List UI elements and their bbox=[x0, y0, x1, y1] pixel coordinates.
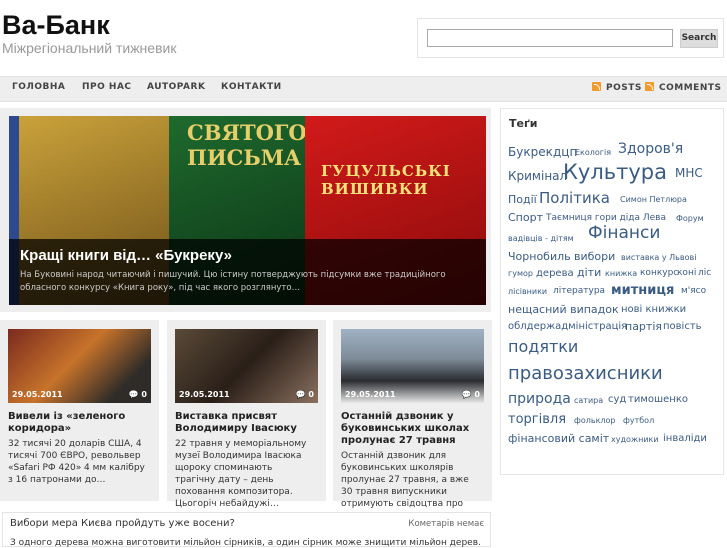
post-title[interactable]: Останній дзвоник у буковинських школах п… bbox=[341, 411, 481, 447]
tag-link[interactable]: Симон Петлюра bbox=[620, 195, 687, 204]
book-2-title: СВЯТОГО ПИСЬМА bbox=[187, 120, 307, 170]
post-thumbnail[interactable]: 29.05.2011 💬 0 bbox=[8, 329, 151, 403]
post-thumbnail[interactable]: 29.05.2011 💬 0 bbox=[341, 329, 484, 403]
rss-icon bbox=[645, 82, 654, 91]
tag-link[interactable]: конкурс bbox=[640, 268, 678, 278]
ticker-quote: З одного дерева можна виготовити мільйон… bbox=[10, 538, 481, 548]
tag-link[interactable]: інваліди bbox=[663, 433, 707, 444]
tag-link[interactable]: виставка у Львові bbox=[621, 253, 696, 262]
comment-icon: 💬 bbox=[461, 390, 472, 399]
comment-count: 💬 0 bbox=[462, 390, 480, 399]
tag-link[interactable]: коні bbox=[677, 268, 696, 278]
tag-link[interactable]: партія bbox=[625, 320, 662, 333]
post-thumbnail[interactable]: 29.05.2011 💬 0 bbox=[175, 329, 318, 403]
comment-count: 💬 0 bbox=[129, 390, 147, 399]
featured-title[interactable]: Кращі книги від… «Букреку» bbox=[20, 247, 232, 264]
post-title[interactable]: Виставка присвят Володимиру Івасюку bbox=[175, 411, 315, 435]
post-card: 29.05.2011 💬 0 Виставка присвят Володими… bbox=[167, 320, 326, 509]
search-box: Search bbox=[417, 18, 724, 58]
comment-count-value: 0 bbox=[141, 390, 147, 399]
featured-excerpt: На Буковині народ читаючий і пишучий. Цю… bbox=[20, 270, 446, 293]
post-card: 29.05.2011 💬 0 Вивели із «зеленого корид… bbox=[0, 320, 159, 501]
search-input[interactable] bbox=[427, 29, 673, 47]
tag-link[interactable]: Форум bbox=[676, 214, 704, 223]
tag-link[interactable]: книжка bbox=[605, 269, 637, 278]
nav-item-about[interactable]: ПРО НАС bbox=[82, 82, 132, 92]
post-excerpt: 32 тисячі 20 доларів США, 4 тисячі 700 Є… bbox=[8, 439, 145, 485]
tag-link[interactable]: гумор bbox=[508, 269, 533, 278]
tag-link[interactable]: Чорнобиль bbox=[508, 250, 571, 263]
tag-link[interactable]: нещасний випадок bbox=[508, 303, 619, 316]
post-date: 29.05.2011 bbox=[179, 390, 230, 399]
tag-link[interactable]: Здоров'я bbox=[618, 141, 683, 157]
main-nav: ГОЛОВНА ПРО НАС AUTOPARK КОНТАКТИ POSTS … bbox=[0, 76, 727, 102]
comment-count-value: 0 bbox=[308, 390, 314, 399]
tag-link[interactable]: облдержадміністрація bbox=[508, 321, 627, 332]
post-date: 29.05.2011 bbox=[12, 390, 63, 399]
comments-feed-label: COMMENTS bbox=[659, 83, 722, 93]
post-date: 29.05.2011 bbox=[345, 390, 396, 399]
tag-link[interactable]: Події bbox=[508, 193, 537, 206]
nav-item-home[interactable]: ГОЛОВНА bbox=[12, 82, 65, 92]
tag-link[interactable]: повість bbox=[663, 321, 702, 332]
rss-icon bbox=[592, 82, 601, 91]
tag-link[interactable]: фольклор bbox=[574, 416, 615, 425]
tag-link[interactable]: дерева bbox=[536, 268, 574, 279]
tag-link[interactable]: лісівники bbox=[508, 287, 547, 296]
tag-link[interactable]: фінансовий саміт bbox=[508, 432, 609, 445]
tag-link[interactable]: Таємниця гори діда Лева bbox=[546, 213, 666, 223]
tag-link[interactable]: ліс bbox=[698, 268, 711, 278]
tag-link[interactable]: правозахисники bbox=[508, 363, 663, 384]
tag-link[interactable]: футбол bbox=[623, 416, 654, 425]
tag-link[interactable]: вадівців - дітям bbox=[508, 234, 574, 243]
tag-link[interactable]: природа bbox=[508, 391, 571, 407]
book-3-title: ГУЦУЛЬСЬКІ ВИШИВКИ bbox=[321, 162, 451, 198]
tag-link[interactable]: суд bbox=[608, 394, 626, 405]
tag-link[interactable]: дцп bbox=[553, 145, 577, 159]
post-excerpt: 22 травня у меморіальному музеї Володими… bbox=[175, 439, 307, 509]
tag-link[interactable]: Культура bbox=[563, 160, 667, 184]
tag-link[interactable]: вибори bbox=[574, 250, 615, 263]
comment-icon: 💬 bbox=[295, 390, 306, 399]
site-description: Міжрегіональний тижневик bbox=[2, 40, 177, 56]
featured-caption: Кращі книги від… «Букреку» На Буковині н… bbox=[9, 239, 486, 305]
tag-link[interactable]: м'ясо bbox=[681, 286, 706, 296]
nav-item-contacts[interactable]: КОНТАКТИ bbox=[221, 82, 282, 92]
post-title[interactable]: Вивели із «зеленого коридора» bbox=[8, 411, 148, 435]
comment-count-value: 0 bbox=[474, 390, 480, 399]
tag-link[interactable]: подятки bbox=[508, 337, 578, 356]
comments-feed-link[interactable]: COMMENTS bbox=[645, 82, 721, 93]
tag-link[interactable]: Спорт bbox=[508, 211, 543, 224]
tag-link[interactable]: торгівля bbox=[508, 412, 566, 427]
posts-feed-label: POSTS bbox=[606, 83, 642, 93]
featured-slide[interactable]: СВЯТОГО ПИСЬМА ГУЦУЛЬСЬКІ ВИШИВКИ Кращі … bbox=[9, 116, 486, 305]
ticker-question[interactable]: Вибори мера Києва пройдуть уже восени? bbox=[10, 518, 235, 529]
comment-count: 💬 0 bbox=[296, 390, 314, 399]
site-title[interactable]: Ва-Банк bbox=[2, 10, 110, 41]
tag-link[interactable]: Фінанси bbox=[588, 223, 660, 243]
tag-link[interactable]: МНС bbox=[675, 166, 703, 180]
tag-link[interactable]: література bbox=[553, 286, 605, 296]
tag-link[interactable]: Кримінал bbox=[508, 169, 567, 183]
tag-link[interactable]: Екологія bbox=[575, 148, 611, 157]
tag-link[interactable]: діти bbox=[577, 266, 601, 279]
tag-link[interactable]: Політика bbox=[539, 189, 610, 207]
posts-feed-link[interactable]: POSTS bbox=[592, 82, 642, 93]
tag-link[interactable]: нові книжки bbox=[621, 304, 686, 315]
search-button[interactable]: Search bbox=[680, 29, 718, 48]
sidebar-tags: Теґи Букрек дцп Екологія Здоров'я Кримін… bbox=[500, 108, 724, 475]
tag-link[interactable]: художники bbox=[611, 435, 659, 444]
tag-link[interactable]: тимошенко bbox=[628, 394, 688, 405]
tag-link[interactable]: сатира bbox=[574, 396, 603, 405]
news-ticker: Вибори мера Києва пройдуть уже восени? К… bbox=[2, 512, 491, 548]
comment-icon: 💬 bbox=[128, 390, 139, 399]
nav-item-autopark[interactable]: AUTOPARK bbox=[147, 82, 205, 92]
tag-link[interactable]: митниця bbox=[611, 283, 674, 298]
sidebar-title: Теґи bbox=[509, 117, 538, 130]
site-header: Ва-Банк Міжрегіональний тижневик Search bbox=[0, 0, 727, 70]
post-card: 29.05.2011 💬 0 Останній дзвоник у букови… bbox=[333, 320, 492, 521]
ticker-comments[interactable]: Кометарів немає bbox=[408, 519, 484, 529]
tag-link[interactable]: Букрек bbox=[508, 145, 553, 159]
